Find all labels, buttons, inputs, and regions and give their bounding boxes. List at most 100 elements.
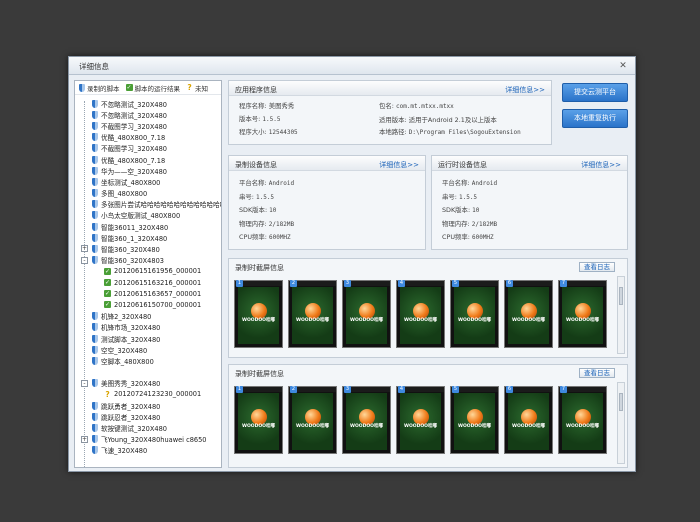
tree-node-label: 空空_320X480 <box>101 346 148 355</box>
run-device-more-link[interactable]: 详细信息>> <box>581 160 621 170</box>
tree-node[interactable]: 不截图学习_320X480 <box>75 120 221 131</box>
app-name: 美图秀秀 <box>268 102 295 110</box>
screenshot-thumbnail[interactable]: WOODOO哇嘟 4 <box>396 386 445 454</box>
scrollbar-1[interactable] <box>617 276 625 354</box>
app-info-title: 应用程序信息 <box>235 86 277 94</box>
tree-node[interactable]: 空脚本_480X800 <box>75 355 221 366</box>
screenshot-thumbnail[interactable]: WOODOO哇嘟 3 <box>342 280 391 348</box>
screenshot-thumbnail[interactable]: WOODOO哇嘟 5 <box>450 280 499 348</box>
thumbnail-logo-text: WOODOO哇嘟 <box>457 424 491 429</box>
screenshot-thumbnail[interactable]: WOODOO哇嘟 6 <box>504 386 553 454</box>
tree-node[interactable]: 软按键测试_320X480 <box>75 422 221 433</box>
tree-node-label: 20120724123230_000001 <box>114 390 202 399</box>
run-device-panel: 运行时设备信息 详细信息>> 平台名称: Android 串号: 1.5.5 S… <box>431 155 628 250</box>
tree-node[interactable]: 坐标测试_480X800 <box>75 176 221 187</box>
tree-child-node[interactable]: ✓ 20120615163657_000001 <box>75 288 221 299</box>
local-rerun-button[interactable]: 本地重复执行 <box>562 109 628 128</box>
question-icon: ? <box>187 83 192 92</box>
memory-label: 物理内存: <box>239 219 267 228</box>
screenshot-thumbnail[interactable]: WOODOO哇嘟 4 <box>396 280 445 348</box>
tree-node[interactable]: 机锋2_320X480 <box>75 311 221 322</box>
tree-node[interactable]: 跳跃勇者_320X480 <box>75 400 221 411</box>
tree-node[interactable]: + 智能360_320X480 <box>75 243 221 254</box>
expand-icon[interactable]: + <box>81 435 88 443</box>
tree-node[interactable]: 不截图学习_320X480 <box>75 143 221 154</box>
tree-child-node[interactable]: ✓ 20120616150700_000001 <box>75 299 221 310</box>
submit-cloud-button[interactable]: 提交云测平台 <box>562 83 628 102</box>
shield-icon <box>92 356 98 365</box>
shield-icon <box>92 379 98 388</box>
tree-node[interactable]: 空空_320X480 <box>75 344 221 355</box>
tree-legend: 录制的脚本 ✓ 脚本的运行结果 ? 未知 <box>75 81 221 95</box>
thumbnail-logo-text: WOODOO哇嘟 <box>349 424 383 429</box>
app-info-more-link[interactable]: 详细信息>> <box>505 85 545 95</box>
tree-node[interactable]: 智能36011_320X480 <box>75 221 221 232</box>
tree-node[interactable]: - 美图秀秀_320X480 <box>75 378 221 389</box>
title-bar: 详细信息 ✕ <box>69 57 635 75</box>
tree-node[interactable]: 小鸟太空版测试_480X800 <box>75 210 221 221</box>
tree-node[interactable]: 不忽略测试_320X480 <box>75 98 221 109</box>
scrollbar-2[interactable] <box>617 382 625 464</box>
tree-node[interactable]: 跳跃忍者_320X480 <box>75 411 221 422</box>
tree-node[interactable]: 华为——空_320X480 <box>75 165 221 176</box>
check-icon: ✓ <box>125 84 133 91</box>
tree-node[interactable]: + 飞Young_320X480huawei c8650 <box>75 434 221 445</box>
tree-node[interactable]: 机锋市场_320X480 <box>75 322 221 333</box>
tree-node-label: 坐标测试_480X800 <box>101 178 161 187</box>
thumbnail-logo-text: WOODOO哇嘟 <box>457 318 491 323</box>
shield-icon <box>92 189 98 198</box>
shield-icon <box>92 133 98 142</box>
tree-node[interactable]: 优酷_480X800_7.18 <box>75 132 221 143</box>
tree-child-node[interactable]: ? 20120724123230_000001 <box>75 389 221 400</box>
platform-value: Android <box>471 180 498 187</box>
screenshot-thumbnail[interactable]: WOODOO哇嘟 7 <box>558 386 607 454</box>
app-sdk: 适用于Android 2.1及以上版本 <box>408 115 497 124</box>
record-device-more-link[interactable]: 详细信息>> <box>379 160 419 170</box>
window-title: 详细信息 <box>79 62 109 71</box>
tree-node-label: 跳跃忍者_320X480 <box>101 413 161 422</box>
tree-node[interactable]: 智能360_1_320X480 <box>75 232 221 243</box>
view-log-button-1[interactable]: 查看日志 <box>579 262 615 272</box>
thumbnail-index: 7 <box>560 280 567 287</box>
collapse-icon[interactable]: - <box>81 379 88 387</box>
tree-node[interactable]: - 智能360_320X4803 <box>75 255 221 266</box>
shield-icon <box>92 144 98 153</box>
screenshot-thumbnail[interactable]: WOODOO哇嘟 1 <box>234 386 283 454</box>
screenshot-thumbnail[interactable]: WOODOO哇嘟 3 <box>342 386 391 454</box>
shield-icon <box>92 166 98 175</box>
view-log-button-2[interactable]: 查看日志 <box>579 368 615 378</box>
legend-recorded: 录制的脚本 <box>87 84 120 93</box>
serial-value: 1.5.5 <box>255 193 275 201</box>
tree-node-label: 软按键测试_320X480 <box>101 425 167 434</box>
collapse-icon[interactable]: - <box>81 256 88 264</box>
tree-node-label: 优酷_480X800_7.18 <box>101 156 166 165</box>
tree-node[interactable]: 优酷_480X800_7.18 <box>75 154 221 165</box>
thumbnail-index: 2 <box>290 386 297 393</box>
tree-node[interactable]: 多张图片尝试哈哈哈哈哈哈哈哈哈哈哈哈哈最是的 <box>75 199 221 210</box>
script-tree: 不忽略测试_320X480 不忽略测试_320X480 不截图学习_320X480 优… <box>75 95 221 467</box>
screenshot-thumbnail[interactable]: WOODOO哇嘟 2 <box>288 386 337 454</box>
screenshot-thumbnail[interactable]: WOODOO哇嘟 2 <box>288 280 337 348</box>
shield-icon <box>92 256 98 265</box>
screenshot-thumbnail[interactable]: WOODOO哇嘟 5 <box>450 386 499 454</box>
thumbnail-index: 6 <box>506 386 513 393</box>
tree-node[interactable] <box>75 367 221 378</box>
screenshot-thumbnail[interactable]: WOODOO哇嘟 7 <box>558 280 607 348</box>
close-icon[interactable]: ✕ <box>617 60 629 72</box>
expand-icon[interactable]: + <box>81 245 88 253</box>
tree-node[interactable]: 飞速_320X480 <box>75 445 221 456</box>
screenshot-thumbnail[interactable]: WOODOO哇嘟 1 <box>234 280 283 348</box>
tree-node-label: 不截图学习_320X480 <box>101 145 167 154</box>
tree-node-label: 优酷_480X800_7.18 <box>101 134 166 143</box>
tree-node[interactable]: 多图_480X800 <box>75 188 221 199</box>
thumbnail-logo-text: WOODOO哇嘟 <box>403 424 437 429</box>
screenshots-title-2: 录制时截屏信息 <box>235 370 284 378</box>
screenshot-thumbnail[interactable]: WOODOO哇嘟 6 <box>504 280 553 348</box>
tree-child-node[interactable]: ✓ 20120615161956_000001 <box>75 266 221 277</box>
shield-icon <box>92 211 98 220</box>
tree-node[interactable]: 测试脚本_320X480 <box>75 333 221 344</box>
tree-child-node[interactable]: ✓ 20120615163216_000001 <box>75 277 221 288</box>
shield-icon <box>92 222 98 231</box>
thumbnail-index: 3 <box>344 386 351 393</box>
tree-node[interactable]: 不忽略测试_320X480 <box>75 109 221 120</box>
